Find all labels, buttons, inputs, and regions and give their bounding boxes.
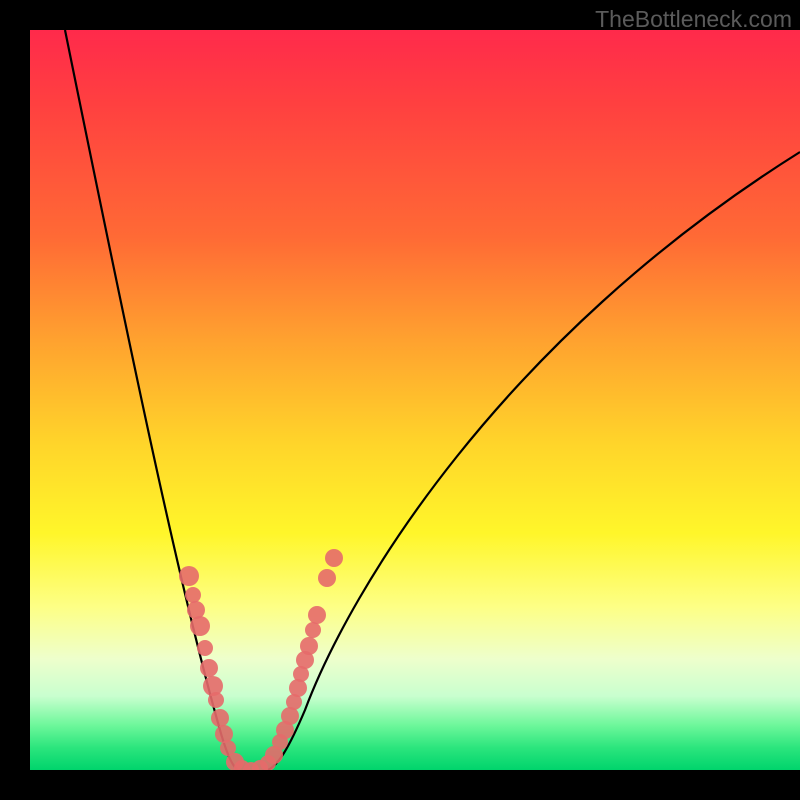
data-point [190, 616, 210, 636]
data-point [179, 566, 199, 586]
data-point [325, 549, 343, 567]
data-point [197, 640, 213, 656]
curve-left [65, 30, 238, 770]
watermark: TheBottleneck.com [595, 6, 792, 33]
data-point [211, 709, 229, 727]
curve-right [268, 152, 800, 770]
data-point [200, 659, 218, 677]
data-point [281, 707, 299, 725]
data-point [308, 606, 326, 624]
v-curve-svg [30, 30, 800, 770]
data-point [300, 637, 318, 655]
chart-frame: TheBottleneck.com [0, 0, 800, 800]
data-point [305, 622, 321, 638]
data-point [185, 587, 201, 603]
plot-area [30, 30, 800, 770]
data-point [208, 692, 224, 708]
data-point [289, 679, 307, 697]
data-point [318, 569, 336, 587]
data-points [179, 549, 343, 770]
data-point [215, 725, 233, 743]
